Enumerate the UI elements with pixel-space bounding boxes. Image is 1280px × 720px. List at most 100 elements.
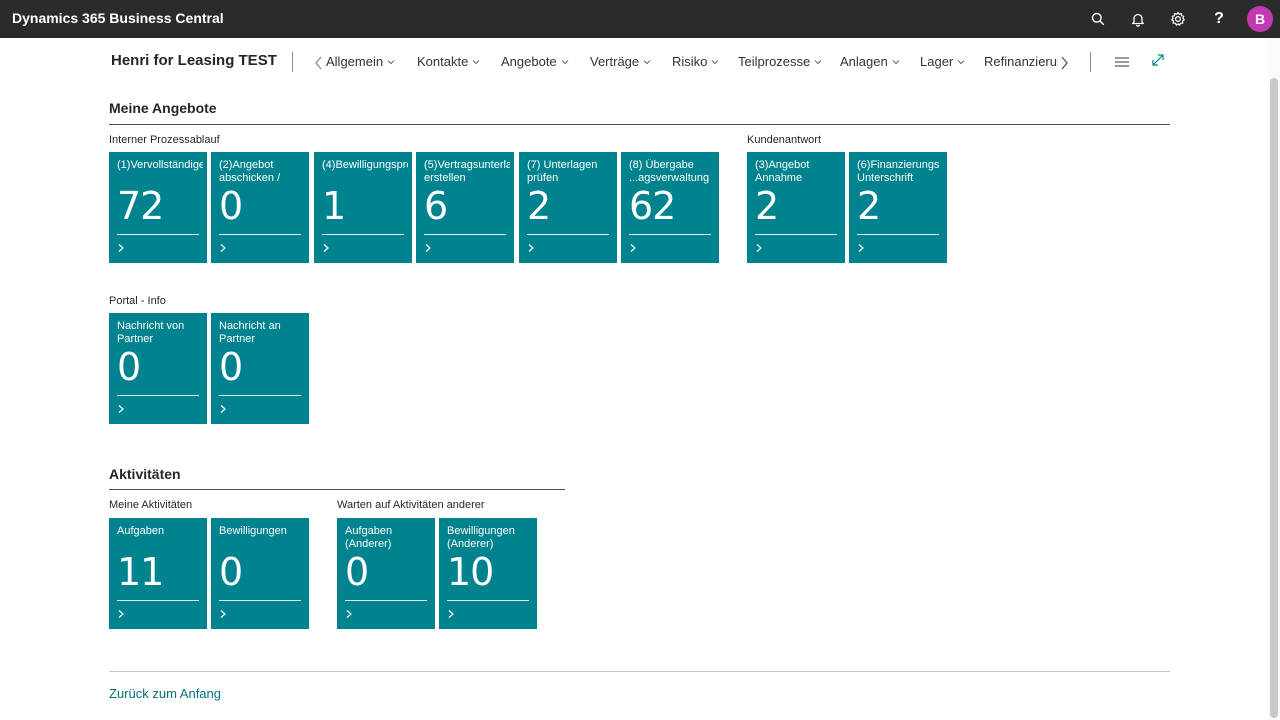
tile-label: Aufgaben (Anderer) xyxy=(345,525,393,550)
tile-divider xyxy=(424,234,506,235)
section-divider xyxy=(109,489,565,490)
tile-divider xyxy=(117,600,199,601)
tile-value: 2 xyxy=(857,184,881,228)
chevron-down-icon xyxy=(957,59,965,64)
tile-nachricht-von-partner[interactable]: Nachricht von Partner 0 xyxy=(109,313,207,424)
tile-label: (8) Übergabe ...agsverwaltung xyxy=(629,159,710,184)
nav-item-label: Allgemein xyxy=(326,54,384,69)
nav-divider xyxy=(292,52,293,72)
nav-item-label: Refinanzierung xyxy=(984,54,1058,69)
nav-item-label: Lager xyxy=(920,54,954,69)
tile-divider xyxy=(219,234,301,235)
tile-value: 2 xyxy=(755,184,779,228)
tile-value: 11 xyxy=(117,550,164,594)
tile-label: (1)Vervollständigen xyxy=(117,159,203,171)
chevron-down-icon xyxy=(643,59,651,64)
nav-item-lager[interactable]: Lager xyxy=(920,54,965,69)
tile-vervollstaendigen[interactable]: (1)Vervollständigen 72 xyxy=(109,152,207,263)
nav-item-vertraege[interactable]: Verträge xyxy=(590,54,651,69)
nav-item-teilprozesse[interactable]: Teilprozesse xyxy=(738,54,822,69)
tile-value: 10 xyxy=(447,550,494,594)
app-title[interactable]: Dynamics 365 Business Central xyxy=(12,10,224,26)
nav-item-risiko[interactable]: Risiko xyxy=(672,54,719,69)
tile-aufgaben[interactable]: Aufgaben 11 xyxy=(109,518,207,629)
gear-icon[interactable] xyxy=(1159,0,1197,38)
chevron-right-icon xyxy=(425,244,431,252)
expand-icon[interactable] xyxy=(1151,53,1165,67)
group-label-intern: Interner Prozessablauf xyxy=(109,134,220,146)
section-title-aktivitaeten: Aktivitäten xyxy=(109,466,181,482)
tile-divider xyxy=(447,600,529,601)
nav-item-refinanzierung[interactable]: Refinanzierung xyxy=(984,54,1058,69)
tile-divider xyxy=(857,234,939,235)
tile-bewilligungsprozess[interactable]: (4)Bewilligungsprozess 1 xyxy=(314,152,412,263)
scrollbar-thumb[interactable] xyxy=(1270,78,1278,718)
chevron-right-icon xyxy=(118,405,124,413)
bell-icon[interactable] xyxy=(1119,0,1157,38)
tile-value: 1 xyxy=(322,184,346,228)
tile-divider xyxy=(117,234,199,235)
nav-item-label: Angebote xyxy=(501,54,557,69)
tile-label: Bewilligungen xyxy=(219,525,287,537)
tile-value: 0 xyxy=(219,184,243,228)
chevron-right-icon xyxy=(118,610,124,618)
group-label-portal: Portal - Info xyxy=(109,295,166,307)
nav-scroll-right-icon[interactable] xyxy=(1058,54,1070,72)
tile-bewilligungen-anderer[interactable]: Bewilligungen (Anderer) 10 xyxy=(439,518,537,629)
chevron-right-icon xyxy=(756,244,762,252)
chevron-down-icon xyxy=(712,59,719,64)
tile-uebergabe[interactable]: (8) Übergabe ...agsverwaltung 62 xyxy=(621,152,719,263)
tile-nachricht-an-partner[interactable]: Nachricht an Partner 0 xyxy=(211,313,309,424)
tile-label: Aufgaben xyxy=(117,525,165,537)
help-icon[interactable]: ? xyxy=(1200,0,1238,38)
tile-label: (7) Unterlagen prüfen xyxy=(527,159,598,184)
search-icon[interactable] xyxy=(1079,0,1117,38)
tile-angebot-annahme[interactable]: (3)Angebot Annahme 2 xyxy=(747,152,845,263)
tile-finanzierung-unterschrift[interactable]: (6)Finanzierungs Unterschrift 2 xyxy=(849,152,947,263)
section-title-angebote: Meine Angebote xyxy=(109,100,217,116)
hamburger-menu-icon[interactable] xyxy=(1114,56,1130,68)
nav-item-label: Teilprozesse xyxy=(738,54,811,69)
tile-vertragsunterlagen[interactable]: (5)Vertragsunterlagen erstellen 6 xyxy=(416,152,514,263)
tile-label: (5)Vertragsunterlagen erstellen xyxy=(424,159,510,184)
nav-divider xyxy=(1090,52,1091,72)
back-to-top-link[interactable]: Zurück zum Anfang xyxy=(109,686,221,701)
chevron-right-icon xyxy=(220,610,226,618)
tile-value: 0 xyxy=(219,550,243,594)
tile-divider xyxy=(219,395,301,396)
chevron-right-icon xyxy=(118,244,124,252)
nav-item-anlagen[interactable]: Anlagen xyxy=(840,54,900,69)
tile-label: (3)Angebot Annahme xyxy=(755,159,810,184)
navigation-bar: Henri for Leasing TEST Allgemein Kontakt… xyxy=(0,38,1268,86)
tile-divider xyxy=(219,600,301,601)
tile-label: Nachricht von Partner xyxy=(117,320,185,345)
footer-divider xyxy=(109,671,1170,672)
tile-divider xyxy=(322,234,404,235)
app-header-bar: Dynamics 365 Business Central ? B xyxy=(0,0,1280,38)
tile-unterlagen-pruefen[interactable]: (7) Unterlagen prüfen 2 xyxy=(519,152,617,263)
chevron-down-icon xyxy=(387,59,395,64)
chevron-right-icon xyxy=(346,610,352,618)
company-name[interactable]: Henri for Leasing TEST xyxy=(111,52,277,69)
nav-item-angebote[interactable]: Angebote xyxy=(501,54,569,69)
tile-aufgaben-anderer[interactable]: Aufgaben (Anderer) 0 xyxy=(337,518,435,629)
tile-label: Bewilligungen (Anderer) xyxy=(447,525,515,550)
group-label-andere-aktivitaeten: Warten auf Aktivitäten anderer xyxy=(337,499,485,511)
tile-angebot-versenden[interactable]: (2)Angebot abschicken / versenden 0 xyxy=(211,152,309,263)
chevron-down-icon xyxy=(892,59,900,64)
tile-divider xyxy=(629,234,711,235)
tile-value: 0 xyxy=(219,345,243,389)
tile-divider xyxy=(527,234,609,235)
chevron-right-icon xyxy=(630,244,636,252)
nav-item-kontakte[interactable]: Kontakte xyxy=(417,54,480,69)
tile-value: 62 xyxy=(629,184,676,228)
user-avatar[interactable]: B xyxy=(1247,6,1273,32)
tile-bewilligungen[interactable]: Bewilligungen 0 xyxy=(211,518,309,629)
chevron-right-icon xyxy=(528,244,534,252)
nav-item-allgemein[interactable]: Allgemein xyxy=(326,54,395,69)
nav-item-label: Anlagen xyxy=(840,54,888,69)
chevron-right-icon xyxy=(220,405,226,413)
tile-value: 72 xyxy=(117,184,164,228)
nav-item-label: Risiko xyxy=(672,54,708,69)
nav-scroll-left-icon[interactable] xyxy=(313,54,325,72)
